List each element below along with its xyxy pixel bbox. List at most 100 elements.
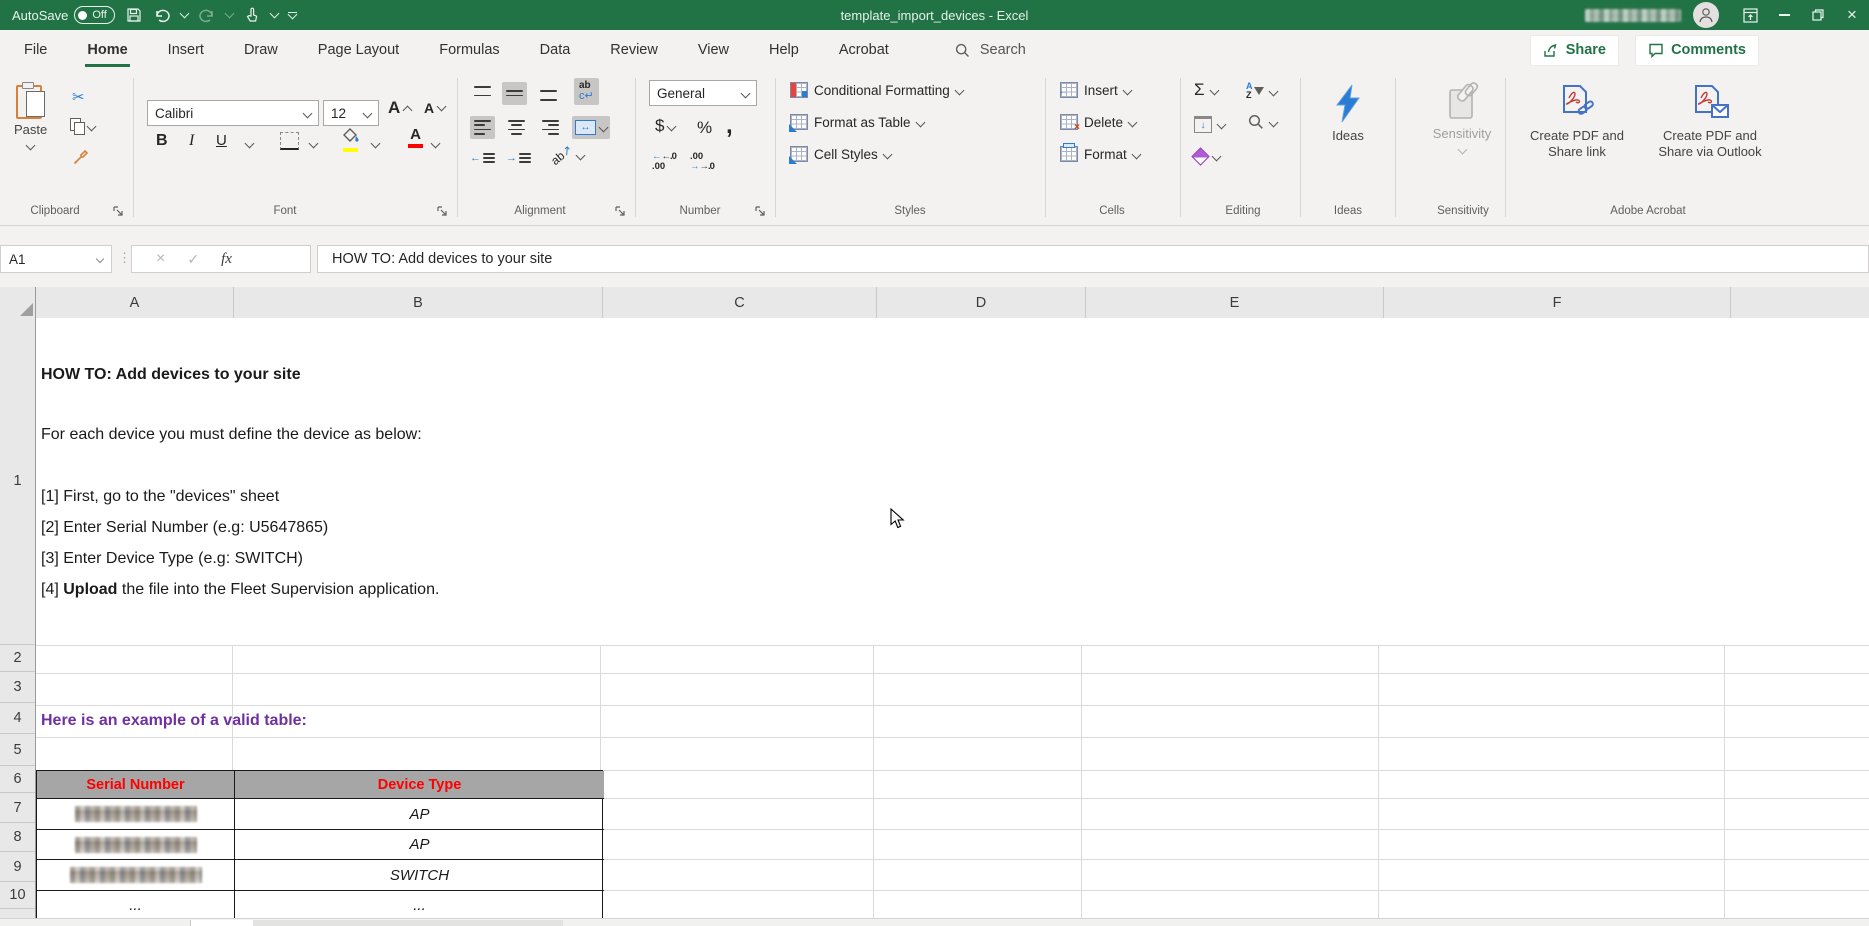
create-pdf-share-link-button[interactable]: Create PDF and Share link	[1523, 84, 1631, 161]
row-header-6[interactable]: 6	[0, 766, 35, 793]
borders-button[interactable]	[280, 132, 299, 150]
table-cell-serial-3[interactable]	[37, 860, 235, 891]
font-name-select[interactable]: Calibri	[147, 100, 319, 126]
sheet-tab-sliver[interactable]	[253, 920, 563, 926]
column-header-e[interactable]: E	[1086, 287, 1384, 318]
tab-data[interactable]: Data	[520, 42, 591, 58]
insert-cells-button[interactable]: ← Insert	[1060, 82, 1131, 98]
undo-dropdown-icon[interactable]	[179, 9, 189, 19]
row-header-8[interactable]: 8	[0, 823, 35, 852]
font-dialog-launcher-icon[interactable]	[436, 205, 449, 218]
undo-icon[interactable]	[153, 6, 171, 24]
comments-button[interactable]: Comments	[1635, 35, 1759, 66]
table-header-device-type[interactable]: Device Type	[235, 771, 604, 799]
row-header-2[interactable]: 2	[0, 645, 35, 672]
minimize-button[interactable]	[1767, 0, 1801, 30]
format-painter-button[interactable]	[72, 148, 90, 166]
table-cell-type-4[interactable]: ...	[235, 891, 604, 919]
cut-button[interactable]: ✂	[72, 88, 85, 106]
touch-mode-dropdown-icon[interactable]	[269, 9, 279, 19]
underline-button[interactable]: U	[216, 132, 227, 149]
fill-color-button[interactable]	[343, 128, 360, 152]
active-sheet-tab-sliver[interactable]	[190, 920, 254, 926]
bold-button[interactable]: B	[156, 132, 168, 150]
clipboard-dialog-launcher-icon[interactable]	[112, 205, 125, 218]
align-right-button[interactable]	[538, 116, 563, 139]
column-header-a[interactable]: A	[36, 287, 234, 318]
search-box[interactable]: Search	[955, 42, 1026, 58]
fill-color-dropdown-icon[interactable]	[371, 139, 381, 149]
tab-page-layout[interactable]: Page Layout	[298, 42, 419, 58]
touch-mode-icon[interactable]	[243, 6, 261, 24]
tab-draw[interactable]: Draw	[224, 42, 298, 58]
column-header-d[interactable]: D	[877, 287, 1086, 318]
restore-button[interactable]	[1801, 0, 1835, 30]
orientation-dropdown-icon[interactable]	[576, 150, 586, 160]
table-cell-type-1[interactable]: AP	[235, 799, 604, 830]
merge-center-button[interactable]: ↔	[572, 116, 610, 139]
tab-help[interactable]: Help	[749, 42, 819, 58]
copy-button[interactable]	[70, 118, 95, 134]
align-bottom-button[interactable]	[536, 82, 561, 105]
save-icon[interactable]	[125, 6, 143, 24]
row-header-7[interactable]: 7	[0, 793, 35, 823]
align-center-button[interactable]	[504, 116, 529, 139]
tab-acrobat[interactable]: Acrobat	[819, 42, 909, 58]
italic-button[interactable]: I	[189, 132, 194, 150]
comma-style-button[interactable]: ,	[726, 112, 733, 140]
ribbon-display-options-icon[interactable]	[1733, 0, 1767, 30]
number-format-select[interactable]: General	[649, 80, 757, 106]
clear-button[interactable]	[1194, 150, 1220, 163]
align-middle-button[interactable]	[502, 82, 527, 105]
row-header-5[interactable]: 5	[0, 734, 35, 766]
alignment-dialog-launcher-icon[interactable]	[614, 205, 627, 218]
tab-file[interactable]: File	[4, 42, 67, 58]
table-cell-serial-1[interactable]	[37, 799, 235, 830]
user-avatar[interactable]	[1693, 2, 1719, 28]
table-cell-serial-4[interactable]: ...	[37, 891, 235, 919]
increase-decimal-button[interactable]: ←←.0.00	[652, 152, 676, 173]
create-pdf-outlook-button[interactable]: Create PDF and Share via Outlook	[1648, 84, 1772, 161]
find-select-button[interactable]	[1248, 114, 1277, 130]
select-all-corner[interactable]	[0, 287, 36, 318]
accounting-format-button[interactable]: $	[655, 116, 675, 136]
table-cell-type-3[interactable]: SWITCH	[235, 860, 604, 891]
align-left-button[interactable]	[470, 116, 495, 139]
close-button[interactable]: ×	[1835, 0, 1869, 30]
row-header-10[interactable]: 10	[0, 882, 35, 909]
ideas-button[interactable]: Ideas	[1318, 84, 1378, 144]
table-cell-serial-2[interactable]	[37, 830, 235, 860]
font-color-button[interactable]: A	[408, 126, 423, 148]
name-box-dropdown-icon[interactable]	[96, 255, 104, 263]
fill-button[interactable]: ↓	[1194, 116, 1225, 133]
merge-center-dropdown-icon[interactable]	[599, 123, 609, 133]
name-box[interactable]: A1	[0, 245, 112, 273]
accounting-dropdown-icon[interactable]	[667, 121, 677, 131]
orientation-button[interactable]: ab↗	[550, 148, 584, 162]
autosave-toggle[interactable]: AutoSave Off	[12, 6, 115, 24]
formula-input[interactable]: HOW TO: Add devices to your site	[317, 245, 1869, 273]
column-header-f[interactable]: F	[1384, 287, 1731, 318]
increase-indent-button[interactable]: →	[506, 152, 531, 164]
font-size-select[interactable]: 12	[323, 100, 379, 126]
column-header-c[interactable]: C	[603, 287, 877, 318]
formula-bar-resize-handle[interactable]: ⋮	[118, 250, 131, 266]
table-header-serial-number[interactable]: Serial Number	[37, 771, 235, 799]
paste-button[interactable]: Paste	[14, 82, 47, 149]
row-header-9[interactable]: 9	[0, 852, 35, 882]
wrap-text-button[interactable]: abc↵	[574, 78, 599, 105]
tab-home[interactable]: Home	[67, 42, 147, 58]
delete-cells-button[interactable]: × Delete	[1060, 114, 1136, 130]
row-header-4[interactable]: 4	[0, 703, 35, 734]
number-dialog-launcher-icon[interactable]	[754, 205, 767, 218]
row-header-3[interactable]: 3	[0, 672, 35, 703]
sort-filter-button[interactable]: AZ	[1246, 82, 1277, 100]
cancel-icon[interactable]: ×	[156, 250, 165, 268]
borders-dropdown-icon[interactable]	[309, 139, 319, 149]
tab-insert[interactable]: Insert	[148, 42, 224, 58]
format-cells-button[interactable]: Format	[1060, 146, 1140, 162]
percent-style-button[interactable]: %	[697, 118, 712, 138]
decrease-decimal-button[interactable]: .00→→.0	[690, 152, 714, 173]
row-header-1[interactable]: 1	[0, 318, 35, 645]
underline-dropdown-icon[interactable]	[245, 139, 255, 149]
